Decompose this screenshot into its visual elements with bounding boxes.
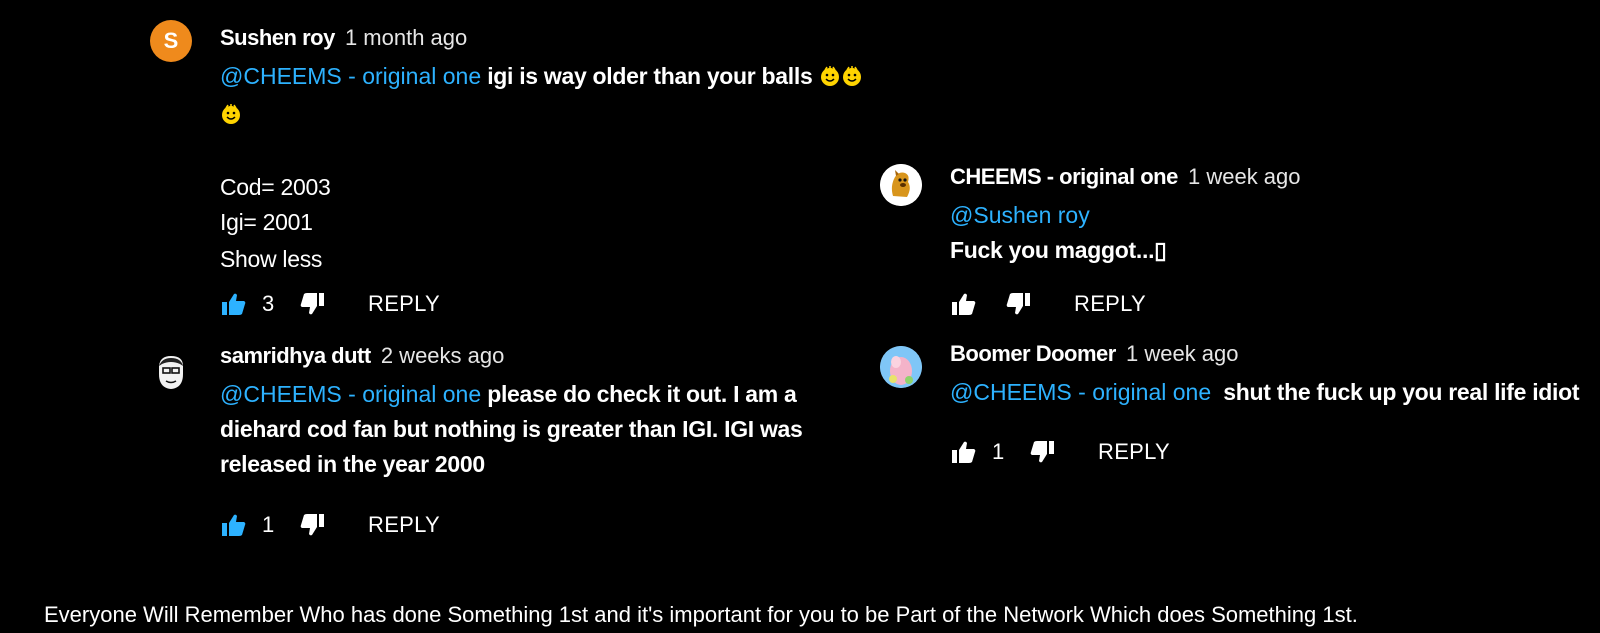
- timestamp[interactable]: 1 month ago: [345, 25, 467, 50]
- comment-body: Boomer Doomer 1 week ago @CHEEMS - origi…: [950, 340, 1600, 410]
- comment-text-line: igi is way older than your balls: [481, 63, 813, 89]
- author-name[interactable]: CHEEMS - original one: [950, 164, 1178, 189]
- thumbs-down-icon[interactable]: [1004, 290, 1032, 318]
- avatar[interactable]: [150, 352, 192, 394]
- author-name[interactable]: Sushen roy: [220, 25, 335, 50]
- thumbs-down-icon[interactable]: [298, 511, 326, 539]
- thumbs-up-icon[interactable]: [220, 511, 248, 539]
- comment-text: @CHEEMS - original one please do check i…: [220, 377, 840, 482]
- comment-header: samridhya dutt 2 weeks ago: [220, 342, 840, 370]
- comment-text-line: shut the fuck up you real life idiot: [1211, 379, 1580, 405]
- comment-text: @CHEEMS - original one shut the fuck up …: [950, 375, 1600, 410]
- comment-actions: 1 REPLY: [220, 511, 440, 539]
- comment-text-line: Fuck you maggot...▯: [950, 237, 1167, 263]
- thumbs-up-icon[interactable]: [220, 290, 248, 318]
- reply-button[interactable]: REPLY: [368, 512, 440, 538]
- reply-button[interactable]: REPLY: [1074, 291, 1146, 317]
- avatar-letter: S: [163, 28, 179, 53]
- comment-text-line: please do check it out. I am a: [481, 381, 797, 407]
- emoji-icon: [841, 62, 863, 97]
- comment-header: CHEEMS - original one 1 week ago: [950, 163, 1570, 191]
- comment-text: @CHEEMS - original one igi is way older …: [220, 59, 880, 277]
- avatar[interactable]: S: [150, 20, 192, 62]
- reply-button[interactable]: REPLY: [1098, 439, 1170, 465]
- comment-body: Sushen roy 1 month ago @CHEEMS - origina…: [220, 24, 880, 277]
- like-count: 1: [262, 512, 275, 537]
- comment-header: Boomer Doomer 1 week ago: [950, 340, 1600, 368]
- timestamp[interactable]: 1 week ago: [1188, 164, 1301, 189]
- comment-text: @Sushen roy Fuck you maggot...▯: [950, 198, 1570, 268]
- author-name[interactable]: samridhya dutt: [220, 343, 371, 368]
- thumbs-up-icon[interactable]: [950, 290, 978, 318]
- avatar-dog-icon: [880, 164, 922, 206]
- avatar[interactable]: [880, 164, 922, 206]
- author-name[interactable]: Boomer Doomer: [950, 341, 1116, 366]
- comment-actions: REPLY: [950, 290, 1146, 318]
- comment-text-line: Igi= 2001: [220, 209, 313, 235]
- show-less-link[interactable]: Show less: [220, 242, 880, 277]
- mention-link[interactable]: @CHEEMS - original one: [950, 379, 1211, 405]
- comment-actions: 1 REPLY: [950, 438, 1170, 466]
- emoji-icon: [220, 100, 242, 135]
- timestamp[interactable]: 2 weeks ago: [381, 343, 505, 368]
- reply-button[interactable]: REPLY: [368, 291, 440, 317]
- footer-text: Everyone Will Remember Who has done Some…: [44, 602, 1358, 627]
- like-count: 3: [262, 291, 275, 316]
- thumbs-down-icon[interactable]: [1028, 438, 1056, 466]
- thumbs-up-icon[interactable]: [950, 438, 978, 466]
- like-count: 1: [992, 439, 1005, 464]
- mention-link[interactable]: @CHEEMS - original one: [220, 381, 481, 407]
- comment-body: samridhya dutt 2 weeks ago @CHEEMS - ori…: [220, 342, 840, 482]
- thumbs-down-icon[interactable]: [298, 290, 326, 318]
- comment-text-line: released in the year 2000: [220, 451, 485, 477]
- avatar-image-icon: [880, 346, 922, 388]
- avatar[interactable]: [880, 346, 922, 388]
- comment-body: CHEEMS - original one 1 week ago @Sushen…: [950, 163, 1570, 268]
- timestamp[interactable]: 1 week ago: [1126, 341, 1239, 366]
- avatar-face-icon: [159, 356, 183, 389]
- mention-link[interactable]: @CHEEMS - original one: [220, 63, 481, 89]
- comment-text-line: Cod= 2003: [220, 174, 331, 200]
- mention-link[interactable]: @Sushen roy: [950, 202, 1090, 228]
- emoji-icon: [819, 62, 841, 97]
- comment-actions: 3 REPLY: [220, 290, 440, 318]
- comment-text-line: diehard cod fan but nothing is greater t…: [220, 416, 803, 442]
- comment-header: Sushen roy 1 month ago: [220, 24, 880, 52]
